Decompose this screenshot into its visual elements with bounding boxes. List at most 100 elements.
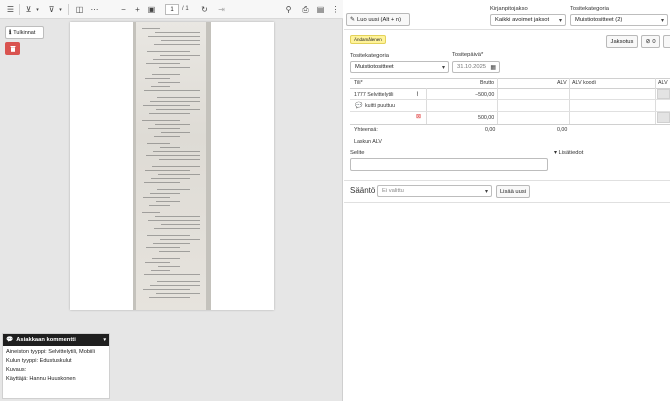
more-vertical-icon[interactable]: ⋮	[330, 4, 341, 15]
delete-button[interactable]	[5, 42, 20, 55]
receipt-text-line	[146, 63, 180, 65]
receipt-text-line	[148, 220, 200, 222]
save-icon[interactable]: ▤	[315, 4, 326, 15]
receipt-text-line	[151, 270, 170, 272]
chevron-down-icon: ▾	[554, 150, 557, 156]
comment-title: Asiakkaan kommentti	[16, 337, 76, 343]
receipt-text-line	[160, 55, 200, 57]
receipt-text-line	[144, 90, 200, 92]
receipt-text-line	[152, 166, 200, 168]
edit-icon: ✎	[350, 17, 356, 23]
receipt-text-line	[151, 86, 170, 88]
row-account[interactable]: 1777 Selvittelytili	[354, 92, 393, 98]
row-gross[interactable]: −500,00	[475, 92, 494, 98]
receipt-text-line	[161, 224, 200, 226]
receipt-text-line	[142, 120, 180, 122]
attachments-count-button[interactable]: ⊘ 0	[641, 35, 660, 48]
period-select[interactable]: Kaikki avoimet jaksot ▾	[490, 14, 566, 26]
receipt-text-line	[145, 170, 190, 172]
receipt-text-line	[147, 235, 190, 237]
maximized-badge: Ändamålenen	[350, 35, 386, 44]
more-info-label: Lisätiedot	[558, 150, 584, 156]
receipt-text-line	[158, 82, 180, 84]
comment-line: Käyttäjä: Hannu Huuskonen	[6, 376, 76, 382]
search-icon[interactable]: ⚲	[283, 4, 294, 15]
voucher-date-input[interactable]: 31.10.2025 ▦	[452, 61, 500, 73]
comment-header[interactable]: 💬 Asiakkaan kommentti ▾	[3, 334, 109, 346]
fit-page-icon[interactable]: ▣	[146, 4, 157, 15]
receipt-paper	[136, 22, 206, 310]
receipt-text-line	[156, 201, 180, 203]
receipt-text-line	[152, 74, 180, 76]
receipt-text-line	[148, 128, 180, 130]
receipt-text-line	[145, 78, 170, 80]
sidebar-toggle-icon[interactable]: ☰	[5, 4, 16, 15]
receipt-image	[133, 22, 211, 310]
print-icon[interactable]: ⎙	[300, 4, 311, 15]
period-label: Kirjanpitojakso	[490, 6, 528, 12]
comment-icon: 💬	[6, 337, 14, 343]
receipt-text-line	[155, 32, 200, 34]
receipt-text-line	[159, 251, 190, 253]
receipt-text-line	[143, 105, 190, 107]
receipt-text-line	[143, 197, 170, 199]
page-number-input[interactable]: 1	[165, 4, 179, 15]
rule-placeholder: Ei valittu	[382, 188, 404, 194]
create-new-button[interactable]: ✎ Luo uusi (Alt + n)	[346, 13, 410, 26]
next-page-icon[interactable]: ⇥	[216, 4, 227, 15]
trash-icon	[10, 46, 15, 52]
row-gross[interactable]: 500,00	[478, 115, 494, 121]
rule-select[interactable]: Ei valittu ▾	[377, 185, 492, 197]
receipt-text-line	[146, 155, 200, 157]
receipt-text-line	[151, 178, 190, 180]
receipt-text-line	[161, 40, 200, 42]
voucher-date-label: Tositepäivä*	[452, 52, 484, 58]
chevron-down-icon[interactable]: ▾	[32, 4, 43, 15]
category-filter-value: Muistiotositteet (2)	[575, 17, 623, 23]
comment-line: Kulun tyyppi: Edustuskulut	[6, 358, 72, 364]
chevron-down-icon: ▾	[441, 65, 445, 71]
receipt-text-line	[149, 113, 190, 115]
voucher-category-label: Tositekategoria	[350, 53, 389, 59]
comment-icon[interactable]: 💬	[355, 102, 362, 109]
more-button[interactable]	[663, 35, 670, 48]
receipt-text-line	[142, 212, 160, 214]
receipt-text-line	[153, 151, 200, 153]
receipt-text-line	[155, 124, 190, 126]
description-label: Selite	[350, 150, 365, 156]
col-vat-code-header: ALV koodi	[572, 80, 596, 86]
receipt-text-line	[156, 293, 200, 295]
category-filter-label: Tositekategoria	[570, 6, 609, 12]
description-input[interactable]	[350, 158, 548, 171]
allocation-button[interactable]: Jaksotus	[606, 35, 638, 48]
rotate-icon[interactable]: ↻	[199, 4, 210, 15]
chevron-down-icon[interactable]: ▾	[55, 4, 66, 15]
voucher-category-select[interactable]: Muistiotositteet ▾	[350, 61, 449, 73]
receipt-text-line	[157, 189, 190, 191]
receipt-text-line	[144, 274, 200, 276]
delete-row-icon[interactable]: ⊠	[416, 113, 421, 120]
calendar-icon[interactable]: ▦	[490, 64, 496, 71]
columns-icon[interactable]: ◫	[74, 4, 85, 15]
row-comment: kuitti puuttuu	[365, 103, 396, 109]
add-new-rule-button[interactable]: Lisää uusi	[496, 185, 530, 198]
voucher-date-value: 31.10.2025	[457, 64, 487, 70]
receipt-text-line	[153, 59, 190, 61]
receipt-text-line	[160, 147, 180, 149]
total-vat: 0,00	[557, 127, 568, 133]
zoom-in-icon[interactable]: +	[132, 4, 143, 15]
receipt-text-line	[152, 258, 180, 260]
annotations-button[interactable]: ℹ Tulkinnat	[5, 26, 44, 39]
category-filter-select[interactable]: Muistiotositteet (2) ▾	[570, 14, 668, 26]
voucher-category-value: Muistiotositteet	[355, 64, 394, 70]
more-info-toggle[interactable]: ▾ Lisätiedot	[554, 150, 583, 156]
attachment-count: 0	[652, 38, 656, 45]
zoom-out-icon[interactable]: −	[118, 4, 129, 15]
receipt-text-line	[149, 297, 190, 299]
customer-comment-panel: 💬 Asiakkaan kommentti ▾ Aineiston tyyppi…	[2, 333, 110, 399]
col-gross-header: Brutto	[480, 80, 495, 86]
paperclip-icon[interactable]: ⌇	[416, 91, 419, 98]
receipt-text-line	[158, 174, 200, 176]
more-icon[interactable]: ⋯	[89, 4, 100, 15]
receipt-text-line	[154, 44, 200, 46]
